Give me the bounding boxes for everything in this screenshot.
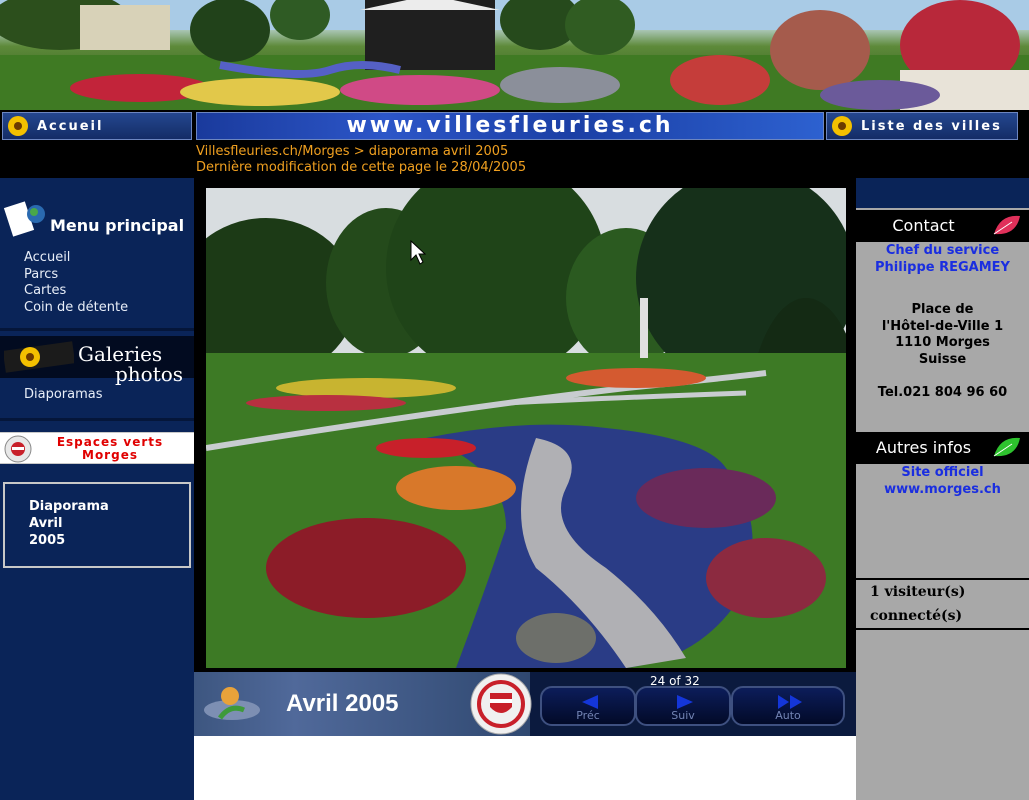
slideshow-controls: Avril 2005 24 of 32 Préc Suiv Auto xyxy=(194,672,856,736)
photo-frame xyxy=(194,178,856,672)
address-line-1: Place de xyxy=(911,302,974,317)
galleries-title-2: photos xyxy=(115,362,184,386)
slideshow-title: Avril 2005 xyxy=(286,690,399,717)
visitor-connected: connecté(s) xyxy=(870,608,963,624)
other-info-title: Autres infos xyxy=(875,438,972,457)
divider xyxy=(0,328,194,331)
current-line-3: 2005 xyxy=(29,533,66,548)
film-flower-icon xyxy=(4,341,74,373)
divider xyxy=(0,418,194,421)
visitor-count: 1 visiteur(s) xyxy=(870,584,966,600)
sunflower-icon xyxy=(8,116,28,136)
contact-header: Contact xyxy=(856,210,1029,242)
nav-home-button[interactable]: Accueil xyxy=(2,112,192,140)
morges-crest-icon xyxy=(470,673,532,735)
auto-label: Auto xyxy=(775,709,801,722)
contact-title: Contact xyxy=(892,216,955,235)
current-diaporama-box[interactable]: Diaporama Avril 2005 xyxy=(2,481,192,569)
contact-role[interactable]: Chef du service xyxy=(856,243,1029,260)
menu-item-parcs[interactable]: Parcs xyxy=(24,267,128,284)
breadcrumb-bar: Villesfleuries.ch/Morges > diaporama avr… xyxy=(0,142,1029,178)
header-banner xyxy=(0,0,1029,110)
contact-phone: Tel.021 804 96 60 xyxy=(877,385,1008,400)
diaporamas-link[interactable]: Diaporamas xyxy=(24,387,103,402)
morges-crest-icon xyxy=(4,435,32,463)
slideshow-logo-icon xyxy=(204,687,260,720)
paper-globe-icon xyxy=(3,201,45,237)
nav-bar: Accueil www.villesfleuries.ch Liste des … xyxy=(0,110,1029,142)
menu-header: Menu principal xyxy=(0,201,194,242)
arrow-left-icon xyxy=(582,695,598,709)
address-line-4: Suisse xyxy=(918,352,967,367)
official-site-label[interactable]: Site officiel xyxy=(856,465,1029,482)
nav-towns-label: Liste des villes xyxy=(861,118,1002,134)
next-label: Suiv xyxy=(671,709,695,722)
pink-leaf-icon xyxy=(993,215,1020,235)
next-button[interactable]: Suiv xyxy=(635,686,731,726)
other-info-header: Autres infos xyxy=(856,432,1029,464)
main-menu: Accueil Parcs Cartes Coin de détente xyxy=(24,250,128,316)
last-modified: Dernière modification de cette page le 2… xyxy=(196,160,527,175)
espaces-verts-line2: Morges xyxy=(82,448,138,462)
auto-button[interactable]: Auto xyxy=(731,686,845,726)
green-leaf-icon xyxy=(993,437,1020,457)
current-line-1: Diaporama xyxy=(29,499,109,514)
right-sidebar-top xyxy=(856,178,1029,208)
current-line-2: Avril xyxy=(29,516,63,531)
menu-item-coin-detente[interactable]: Coin de détente xyxy=(24,300,128,317)
official-site-link[interactable]: www.morges.ch xyxy=(856,482,1029,499)
mouse-cursor-icon xyxy=(410,240,426,265)
nav-towns-button[interactable]: Liste des villes xyxy=(826,112,1018,140)
menu-item-accueil[interactable]: Accueil xyxy=(24,250,128,267)
slideshow-photo[interactable] xyxy=(206,188,846,668)
left-sidebar: Menu principal Accueil Parcs Cartes Coin… xyxy=(0,178,194,800)
arrow-right-icon xyxy=(677,695,693,709)
breadcrumb[interactable]: Villesfleuries.ch/Morges > diaporama avr… xyxy=(196,144,508,159)
prev-button[interactable]: Préc xyxy=(540,686,636,726)
contact-name[interactable]: Philippe REGAMEY xyxy=(856,260,1029,277)
banner-photo xyxy=(0,0,1029,110)
prev-label: Préc xyxy=(576,709,600,722)
sunflower-icon xyxy=(832,116,852,136)
fast-forward-icon xyxy=(778,695,802,709)
address-line-3: 1110 Morges xyxy=(895,335,990,350)
address-line-2: l'Hôtel-de-Ville 1 xyxy=(881,319,1004,334)
right-sidebar: Contact Chef du service Philippe REGAMEY… xyxy=(856,178,1029,800)
current-diaporama-label: Diaporama Avril 2005 xyxy=(29,498,129,549)
site-url-banner[interactable]: www.villesfleuries.ch xyxy=(196,112,824,140)
espaces-verts-label: Espaces verts Morges xyxy=(30,436,190,462)
nav-home-label: Accueil xyxy=(37,118,104,134)
menu-title: Menu principal xyxy=(50,216,185,235)
espaces-verts-banner[interactable]: Espaces verts Morges xyxy=(0,432,194,464)
menu-item-cartes[interactable]: Cartes xyxy=(24,283,128,300)
visitor-counter: 1 visiteur(s) connecté(s) xyxy=(856,578,1029,630)
